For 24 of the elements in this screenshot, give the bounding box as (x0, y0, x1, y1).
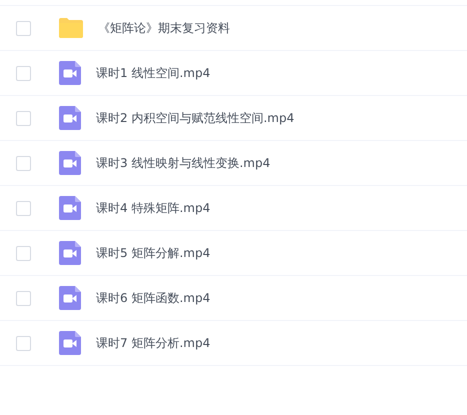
file-name[interactable]: 课时5 矩阵分解.mp4 (96, 244, 210, 262)
checkbox[interactable] (16, 156, 31, 170)
checkbox[interactable] (16, 20, 31, 36)
video-file-icon (59, 241, 81, 265)
folder-icon (59, 18, 83, 38)
video-file-icon (59, 196, 81, 220)
file-name[interactable]: 《矩阵论》期末复习资料 (98, 20, 230, 36)
file-name[interactable]: 课时3 线性映射与线性变换.mp4 (96, 154, 270, 172)
checkbox[interactable] (16, 200, 31, 216)
video-file-icon (59, 286, 81, 310)
file-name[interactable]: 课时2 内积空间与赋范线性空间.mp4 (96, 110, 294, 126)
video-file-icon (59, 331, 81, 355)
checkbox[interactable] (16, 66, 31, 80)
checkbox[interactable] (16, 246, 31, 260)
video-file-icon (59, 61, 81, 85)
file-name[interactable]: 课时7 矩阵分析.mp4 (96, 334, 210, 352)
file-name[interactable]: 课时4 特殊矩阵.mp4 (96, 200, 210, 216)
video-file-icon (59, 151, 81, 175)
file-name[interactable]: 课时6 矩阵函数.mp4 (96, 290, 210, 306)
video-file-icon (59, 106, 81, 130)
checkbox[interactable] (16, 110, 31, 126)
checkbox[interactable] (16, 336, 31, 350)
checkbox[interactable] (16, 290, 31, 306)
file-name[interactable]: 课时1 线性空间.mp4 (96, 64, 210, 82)
